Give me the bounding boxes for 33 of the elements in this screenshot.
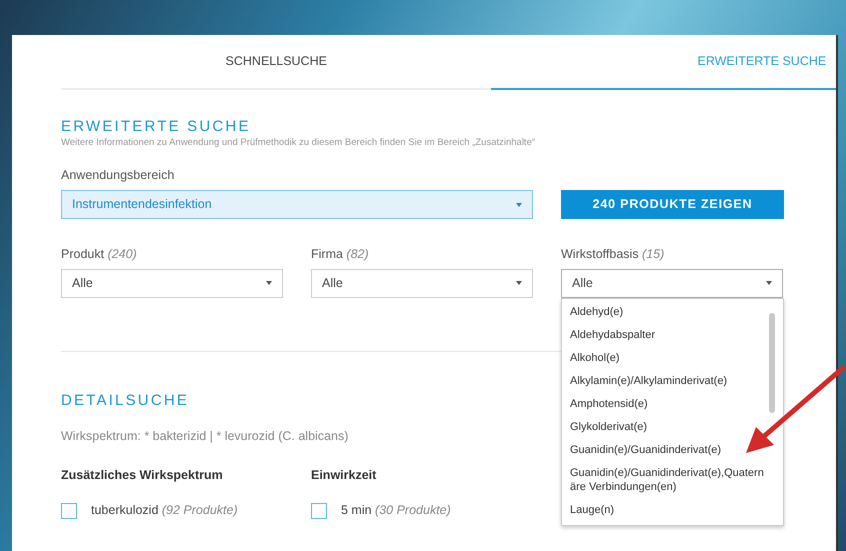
dropdown-option[interactable]: Aldehydabspalter — [570, 324, 765, 348]
field-label: Anwendungsbereich — [61, 167, 176, 184]
checkbox-label: tuberkulozid (92 Produkte) — [91, 502, 238, 520]
caret-icon — [516, 281, 522, 286]
group-title: Zusätzliches Wirkspektrum — [61, 466, 224, 484]
dropdown-option[interactable]: Amphotensid(e) — [570, 394, 765, 417]
dropdown-field[interactable]: Alle — [311, 268, 533, 298]
tab[interactable]: SCHNELLSUCHE — [61, 35, 492, 90]
dropdown-field[interactable]: Alle — [561, 268, 783, 298]
dropdown-field[interactable]: Alle — [61, 268, 283, 298]
caret-icon — [266, 281, 272, 286]
scrollbar[interactable] — [769, 312, 775, 413]
dropdown-option[interactable]: Alkohol(e) — [570, 348, 765, 371]
checkbox[interactable] — [311, 502, 327, 519]
dropdown-option[interactable]: Aldehyd(e) — [570, 302, 765, 325]
field-label: Firma (82) — [311, 246, 370, 263]
caret-icon — [516, 202, 522, 206]
checkbox[interactable] — [61, 502, 77, 519]
field-label: Produkt (240) — [61, 246, 138, 263]
group-title: Einwirkzeit — [311, 466, 378, 484]
section-title: ERWEITERTE SUCHE — [61, 118, 251, 136]
show-products-button[interactable]: 240 PRODUKTE ZEIGEN — [561, 190, 784, 219]
info-text: Weitere Informationen zu Anwendung und Prüfmethodik zu diesem Bereich finden Sie im Bereich „Zusatzinhalte“ — [61, 136, 536, 150]
dropdown-option[interactable]: Guanidin(e)/Guanidinderivat(e) — [570, 440, 765, 463]
dropdown-option[interactable]: Glykolderivat(e) — [570, 416, 765, 440]
dropdown-option[interactable]: Lauge(n) — [570, 500, 765, 523]
caret-icon — [766, 281, 772, 286]
checkbox-label: 5 min (30 Produkte) — [341, 502, 451, 520]
dropdown-option[interactable]: Guanidin(e)/Guanidinderivat(e),Quaternäre Verbindungen(en) — [570, 462, 765, 500]
dropdown-option[interactable]: Alkylamin(e)/Alkylaminderivat(e) — [570, 370, 765, 394]
field-label: Wirkstoffbasis (15) — [561, 246, 666, 263]
section-title: DETAILSUCHE — [61, 392, 190, 410]
spectrum-text: Wirkspektrum: * bakterizid | * levurozid (C. albicans) — [61, 428, 348, 445]
